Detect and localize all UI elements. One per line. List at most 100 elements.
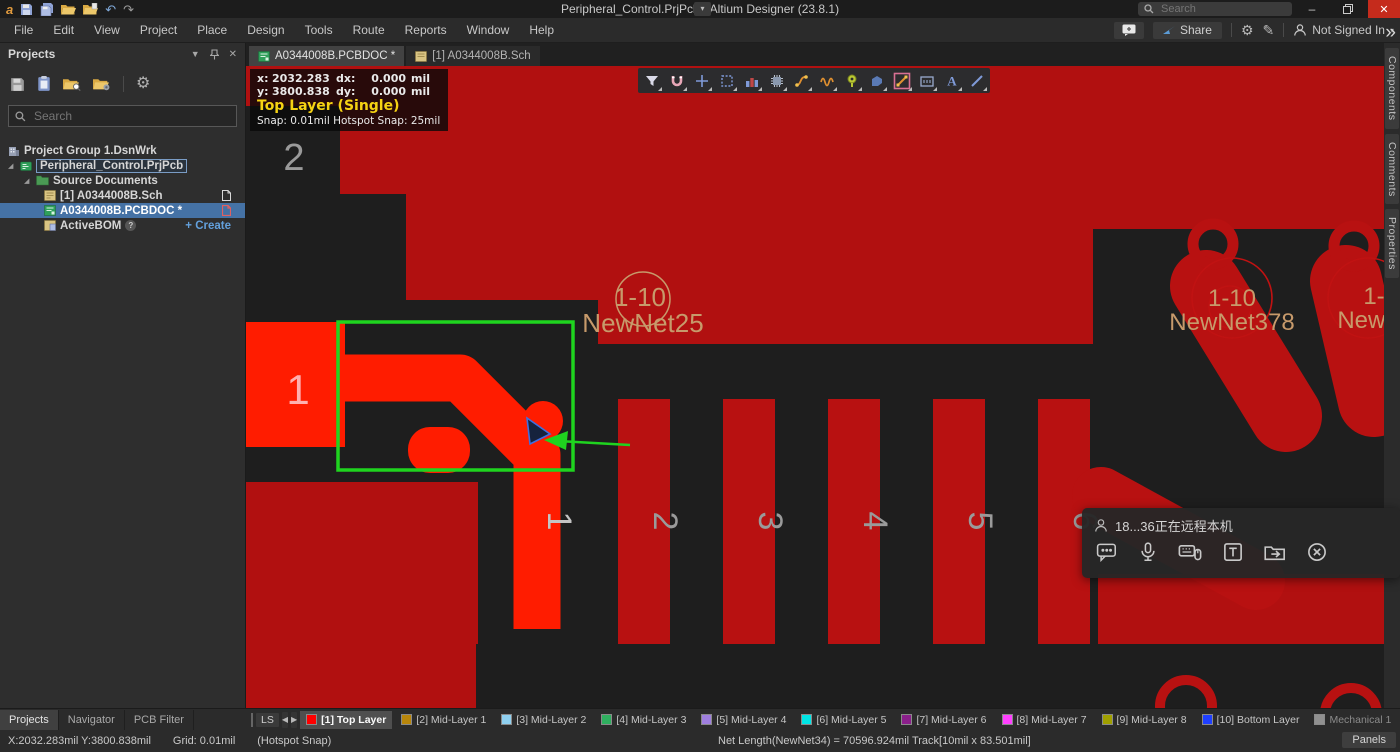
tree-item-activebom[interactable]: ActiveBOM ? + Create [0, 218, 245, 233]
tune-length-icon[interactable] [814, 68, 839, 93]
global-search-box[interactable] [1138, 2, 1292, 16]
layer-set-swatch[interactable] [251, 713, 253, 727]
tree-item-pcb-doc[interactable]: A0344008B.PCBDOC * [0, 203, 245, 218]
interactive-route-icon[interactable] [789, 68, 814, 93]
layer-tab-mid5[interactable]: [6] Mid-Layer 5 [795, 711, 892, 729]
open-folder-search-icon[interactable] [63, 77, 81, 91]
menu-tools[interactable]: Tools [295, 18, 343, 42]
layer-tab-mid3[interactable]: [4] Mid-Layer 3 [595, 711, 692, 729]
redo-icon[interactable]: ↷ [123, 3, 134, 16]
signin-control[interactable]: Not Signed In ▾ [1293, 23, 1394, 37]
menu-file[interactable]: File [4, 18, 43, 42]
net378-pins-label: 1-10 [1208, 285, 1256, 312]
layer-tab-mid1[interactable]: [2] Mid-Layer 1 [395, 711, 492, 729]
panel-settings-gear-icon[interactable]: ⚙ [136, 76, 150, 92]
restore-icon [1343, 4, 1353, 14]
microphone-icon[interactable] [1139, 542, 1157, 562]
layer-tab-mechanical1[interactable]: Mechanical 1 [1308, 711, 1397, 729]
layer-tab-top[interactable]: [1] Top Layer [300, 711, 392, 729]
file-transfer-icon[interactable] [1264, 542, 1286, 562]
share-button[interactable]: Share [1153, 22, 1222, 39]
panel-tab-navigator[interactable]: Navigator [59, 710, 125, 730]
menu-place[interactable]: Place [187, 18, 237, 42]
panel-dropdown-icon[interactable]: ▼ [191, 49, 200, 59]
menu-reports[interactable]: Reports [395, 18, 457, 42]
tree-item-source-documents[interactable]: ◢ Source Documents [0, 173, 245, 188]
layer-scroll-left[interactable]: ◀ [282, 712, 288, 728]
menu-edit[interactable]: Edit [43, 18, 84, 42]
filter-icon[interactable] [639, 68, 664, 93]
projects-search-input[interactable] [32, 108, 226, 124]
doc-tab-sch[interactable]: [1] A0344008B.Sch [406, 46, 539, 66]
layer-tab-mid7[interactable]: [8] Mid-Layer 7 [996, 711, 1093, 729]
menu-project[interactable]: Project [130, 18, 187, 42]
tab-components[interactable]: Components [1385, 48, 1399, 129]
folder-settings-icon[interactable] [93, 77, 111, 91]
undo-icon[interactable]: ↶ [105, 3, 116, 16]
component-icon[interactable] [764, 68, 789, 93]
save-icon[interactable] [20, 3, 33, 16]
title-dropdown[interactable]: ▾ [694, 2, 711, 16]
pcb-canvas[interactable]: 1 2 1 2 3 4 5 6 1-10 NewNet25 1-10 NewNe… [246, 66, 1384, 708]
expander-icon[interactable]: ◢ [24, 177, 32, 185]
projects-search-box[interactable] [8, 105, 237, 127]
menu-help[interactable]: Help [519, 18, 564, 42]
line-icon[interactable] [964, 68, 989, 93]
compile-validate-icon[interactable] [37, 76, 51, 92]
expander-icon[interactable]: ◢ [8, 162, 16, 170]
pad-stack-icon[interactable] [739, 68, 764, 93]
room-icon[interactable] [914, 68, 939, 93]
remote-control-icon[interactable] [1178, 542, 1202, 562]
polygon-pour-icon[interactable] [864, 68, 889, 93]
menu-design[interactable]: Design [237, 18, 294, 42]
customize-pen-icon[interactable]: ✎ [1263, 23, 1275, 37]
disconnect-icon[interactable] [1307, 542, 1327, 562]
menu-window[interactable]: Window [457, 18, 520, 42]
comment-button[interactable] [1114, 22, 1144, 39]
highlight-trace-icon[interactable] [889, 68, 914, 93]
text-string-icon[interactable]: A [939, 68, 964, 93]
panels-button[interactable]: Panels [1342, 732, 1396, 748]
panel-close-icon[interactable]: ✕ [229, 49, 237, 60]
panel-tab-projects[interactable]: Projects [0, 710, 59, 730]
pad-number-label: 1 [286, 366, 309, 413]
layer-tab-mid2[interactable]: [3] Mid-Layer 2 [495, 711, 592, 729]
layer-tab-mid8[interactable]: [9] Mid-Layer 8 [1096, 711, 1193, 729]
text-input-icon[interactable] [1223, 542, 1243, 562]
panel-pin-icon[interactable] [210, 49, 219, 60]
open-project-icon[interactable] [83, 3, 98, 15]
layer-tab-bottom[interactable]: [10] Bottom Layer [1196, 711, 1306, 729]
close-button[interactable]: ✕ [1368, 0, 1400, 18]
select-area-icon[interactable] [714, 68, 739, 93]
doc-tab-pcbdoc[interactable]: A0344008B.PCBDOC * [249, 46, 404, 66]
tab-comments[interactable]: Comments [1385, 134, 1399, 205]
svg-text:3: 3 [751, 512, 789, 531]
save-all-icon[interactable] [40, 3, 54, 16]
layer-tab-mid6[interactable]: [7] Mid-Layer 6 [895, 711, 992, 729]
open-icon[interactable] [61, 3, 76, 15]
crosshair-icon[interactable] [689, 68, 714, 93]
panel-tab-bar: Projects Navigator PCB Filter [0, 708, 246, 730]
create-bom-link[interactable]: + Create [185, 220, 231, 232]
layer-scroll-right[interactable]: ▶ [291, 712, 297, 728]
layer-tab-mid4[interactable]: [5] Mid-Layer 4 [695, 711, 792, 729]
settings-gear-icon[interactable]: ⚙ [1241, 23, 1254, 37]
save-project-icon[interactable] [10, 77, 25, 92]
menu-view[interactable]: View [84, 18, 130, 42]
restore-button[interactable] [1332, 0, 1364, 18]
chat-icon[interactable] [1096, 542, 1118, 562]
tree-item-workspace[interactable]: Project Group 1.DsnWrk [0, 143, 245, 158]
tab-properties[interactable]: Properties [1385, 209, 1399, 278]
via-icon[interactable] [839, 68, 864, 93]
tree-item-sch-doc[interactable]: [1] A0344008B.Sch [0, 188, 245, 203]
net-edge-pins-label: 1- [1363, 283, 1384, 310]
layer-set-button[interactable]: LS [256, 713, 279, 727]
svg-text:A: A [947, 73, 957, 88]
snap-magnet-icon[interactable] [664, 68, 689, 93]
minimize-button[interactable]: – [1296, 0, 1328, 18]
global-search-input[interactable] [1159, 2, 1273, 16]
tree-item-project[interactable]: ◢ Peripheral_Control.PrjPcb [0, 158, 245, 173]
panel-tab-pcb-filter[interactable]: PCB Filter [125, 710, 194, 730]
menu-route[interactable]: Route [343, 18, 395, 42]
overlay-expand-chevron[interactable]: » [1385, 22, 1396, 44]
